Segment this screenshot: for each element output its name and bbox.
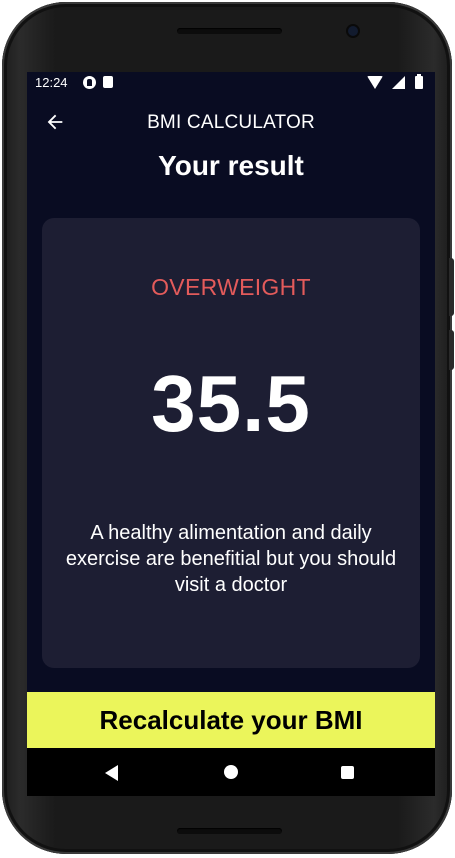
battery-icon [415,74,423,89]
front-camera [348,26,358,36]
bmi-value: 35.5 [151,359,311,448]
wifi-icon [367,76,383,89]
power-button [449,258,454,316]
phone-frame: 12:24 BMI CALCULATOR Your result OVERWEI… [2,2,452,854]
cell-signal-icon [392,76,405,89]
page-title: Your result [158,150,304,181]
app-screen: 12:24 BMI CALCULATOR Your result OVERWEI… [27,72,435,796]
earpiece-speaker [177,28,282,34]
app-bar-title: BMI CALCULATOR [147,112,315,133]
bmi-advice-text: A healthy alimentation and daily exercis… [65,522,397,596]
app-bar: BMI CALCULATOR [27,94,435,150]
volume-button [449,330,454,370]
bottom-speaker [177,828,282,834]
nav-home-icon[interactable] [224,765,238,779]
system-nav-bar [27,748,435,796]
notification-app-icon [83,76,96,89]
nav-back-icon[interactable] [105,765,118,781]
nav-recents-icon[interactable] [341,766,354,779]
sd-card-icon [103,76,113,88]
status-time: 12:24 [35,75,68,90]
recalculate-button[interactable]: Recalculate your BMI [27,692,435,748]
status-bar: 12:24 [27,72,435,94]
result-card: OVERWEIGHT 35.5 A healthy alimentation a… [42,218,420,668]
bmi-status-label: OVERWEIGHT [151,274,311,300]
